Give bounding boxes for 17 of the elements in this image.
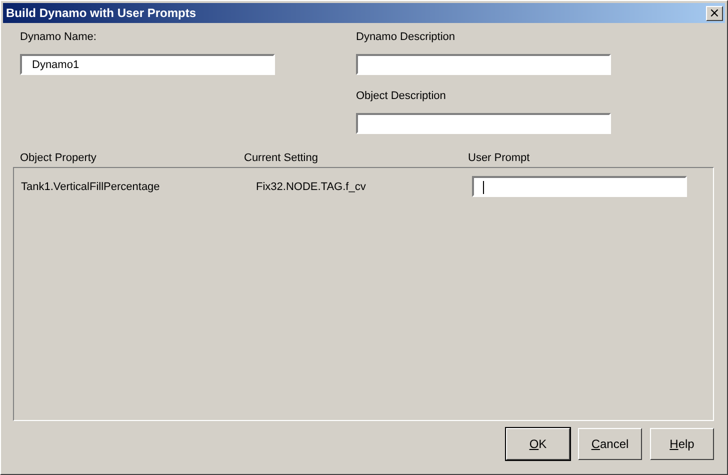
column-header: Current Setting (244, 152, 319, 166)
close-button[interactable]: × (706, 6, 723, 20)
dialog-button[interactable]: Help (650, 428, 714, 460)
field-label: Object Description (356, 90, 446, 104)
dialog-button[interactable]: OK (506, 428, 570, 460)
table-cell-text: Fix32.NODE.TAG.f_cv (255, 180, 367, 192)
dialog-button[interactable]: Cancel (578, 428, 642, 460)
user-prompt-field[interactable] (472, 176, 687, 197)
table-cell-text: Tank1.VerticalFillPercentage (20, 180, 161, 192)
column-header: User Prompt (468, 152, 530, 166)
field-label: Dynamo Name: (20, 31, 96, 45)
window-title: Build Dynamo with User Prompts (6, 6, 196, 20)
column-header: Object Property (20, 152, 98, 166)
field-label: Dynamo Description (356, 31, 456, 45)
dynamo-description-field[interactable] (356, 54, 611, 75)
object-description-field[interactable] (356, 113, 611, 134)
dynamo-name-field[interactable]: Dynamo1 (20, 54, 275, 75)
